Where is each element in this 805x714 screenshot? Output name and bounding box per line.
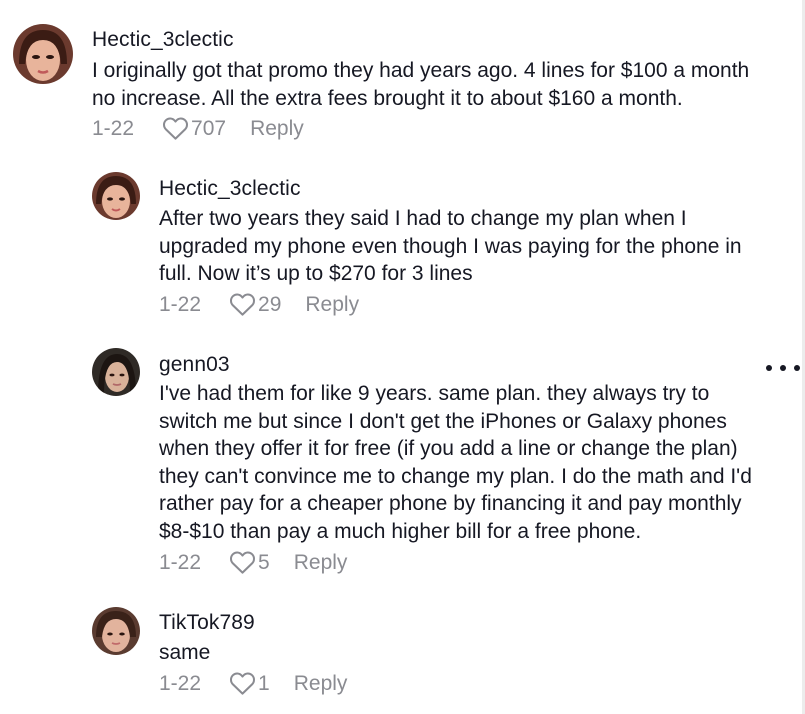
comment-text: same	[159, 641, 211, 664]
comment-text: I've had them for like 9 years. same pla…	[159, 382, 752, 543]
dot	[794, 365, 800, 371]
avatar[interactable]	[92, 348, 140, 396]
like-count: 29	[258, 292, 282, 316]
heart-outline-icon	[230, 293, 256, 316]
comment-date: 1-22	[159, 671, 202, 695]
reply-button[interactable]: Reply	[250, 117, 304, 141]
comment-meta: 1-22 707 Reply	[92, 116, 304, 141]
avatar[interactable]	[92, 607, 140, 655]
reply-button[interactable]: Reply	[305, 293, 359, 317]
reply-button[interactable]: Reply	[294, 551, 348, 575]
like-count: 1	[258, 671, 270, 695]
comment-date: 1-22	[159, 292, 202, 316]
comment-text: After two years they said I had to chang…	[159, 207, 742, 286]
like-button[interactable]: 1	[229, 671, 270, 696]
dot	[766, 365, 772, 371]
avatar[interactable]	[13, 24, 73, 84]
comment-date: 1-22	[159, 550, 202, 574]
heart-outline-icon	[163, 117, 189, 140]
like-count: 707	[191, 116, 227, 140]
like-button[interactable]: 29	[229, 292, 281, 317]
comment-meta: 1-22 29 Reply	[159, 292, 359, 317]
avatar[interactable]	[92, 172, 140, 220]
like-count: 5	[258, 550, 270, 574]
heart-outline-icon	[230, 672, 256, 695]
comment-meta: 1-22 1 Reply	[159, 671, 347, 696]
like-button[interactable]: 5	[229, 550, 270, 575]
reply-button[interactable]: Reply	[294, 672, 348, 696]
more-options-icon[interactable]	[766, 364, 800, 372]
comment-username[interactable]: TikTok789	[159, 611, 255, 635]
comment-username[interactable]: genn03	[159, 353, 230, 377]
comment-username[interactable]: Hectic_3clectic	[92, 28, 234, 52]
comment-meta: 1-22 5 Reply	[159, 550, 347, 575]
like-button[interactable]: 707	[162, 116, 226, 141]
dot	[780, 365, 786, 371]
comment-text: I originally got that promo they had yea…	[92, 59, 750, 110]
comment-username[interactable]: Hectic_3clectic	[159, 177, 301, 201]
heart-outline-icon	[230, 551, 256, 574]
comment-date: 1-22	[92, 116, 135, 140]
